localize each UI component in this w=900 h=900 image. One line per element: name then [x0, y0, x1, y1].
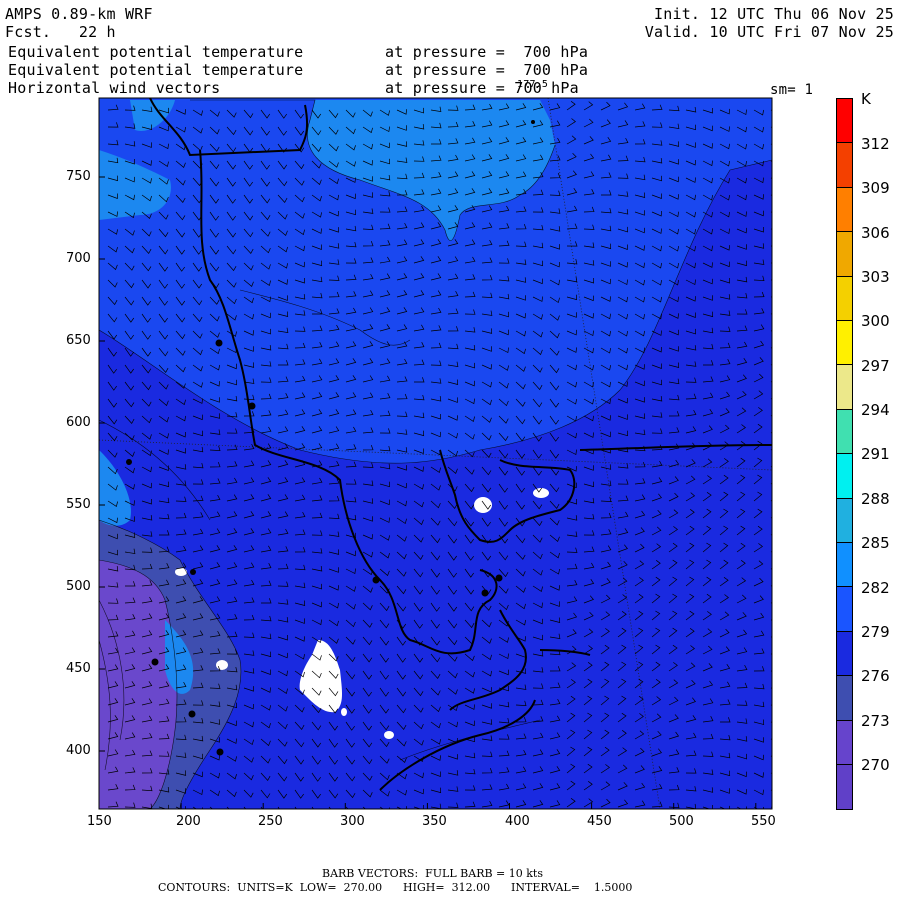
colorbar-segment	[836, 764, 853, 811]
map-plot	[98, 97, 773, 810]
colorbar-segment	[836, 275, 853, 321]
colorbar-label: 309	[861, 179, 890, 197]
colorbar-segment	[836, 719, 853, 765]
x-tick-label: 500	[669, 814, 694, 829]
x-tick-label: 450	[587, 814, 612, 829]
colorbar-segment	[836, 586, 853, 632]
colorbar-label: 312	[861, 135, 890, 153]
colorbar-label: 303	[861, 268, 890, 286]
colorbar-label: 294	[861, 401, 890, 419]
colorbar-label: 297	[861, 357, 890, 375]
x-tick-label: 150	[87, 814, 112, 829]
colorbar-label: 270	[861, 756, 890, 774]
colorbar-segment	[836, 630, 853, 677]
colorbar-segment	[836, 186, 853, 233]
colorbar-label: 276	[861, 667, 890, 685]
footer-barb-legend: BARB VECTORS: FULL BARB = 10 kts	[322, 867, 543, 880]
colorbar-label: 285	[861, 534, 890, 552]
y-tick-label: 400	[66, 743, 91, 758]
x-tick-label: 200	[176, 814, 201, 829]
colorbar-segment	[836, 364, 853, 410]
colorbar-label: 291	[861, 445, 890, 463]
colorbar-segment	[836, 497, 853, 543]
y-tick-label: 700	[66, 251, 91, 266]
colorbar-segment	[836, 142, 853, 188]
x-tick-label: 550	[751, 814, 776, 829]
y-tick-label: 650	[66, 333, 91, 348]
x-tick-label: 300	[340, 814, 365, 829]
colorbar-segment	[836, 453, 853, 499]
x-tick-label: 400	[505, 814, 530, 829]
y-tick-label: 450	[66, 661, 91, 676]
footer-contour-legend: CONTOURS: UNITS=K LOW= 270.00 HIGH= 312.…	[158, 881, 633, 894]
colorbar-label: 306	[861, 224, 890, 242]
x-tick-label: 250	[258, 814, 283, 829]
y-tick-label: 600	[66, 415, 91, 430]
colorbar-segment	[836, 675, 853, 721]
colorbar-label: 288	[861, 490, 890, 508]
x-tick-label: 350	[422, 814, 447, 829]
y-tick-label: 750	[66, 169, 91, 184]
colorbar-unit: K	[861, 90, 871, 108]
colorbar-label: 279	[861, 623, 890, 641]
colorbar-segment	[836, 320, 853, 366]
y-tick-label: 500	[66, 579, 91, 594]
colorbar-label: 300	[861, 312, 890, 330]
colorbar-label: 273	[861, 712, 890, 730]
colorbar-segment	[836, 408, 853, 455]
y-tick-label: 550	[66, 497, 91, 512]
colorbar-label: 282	[861, 579, 890, 597]
colorbar-segment	[836, 231, 853, 277]
colorbar-segment	[836, 542, 853, 588]
colorbar-segment	[836, 98, 853, 144]
